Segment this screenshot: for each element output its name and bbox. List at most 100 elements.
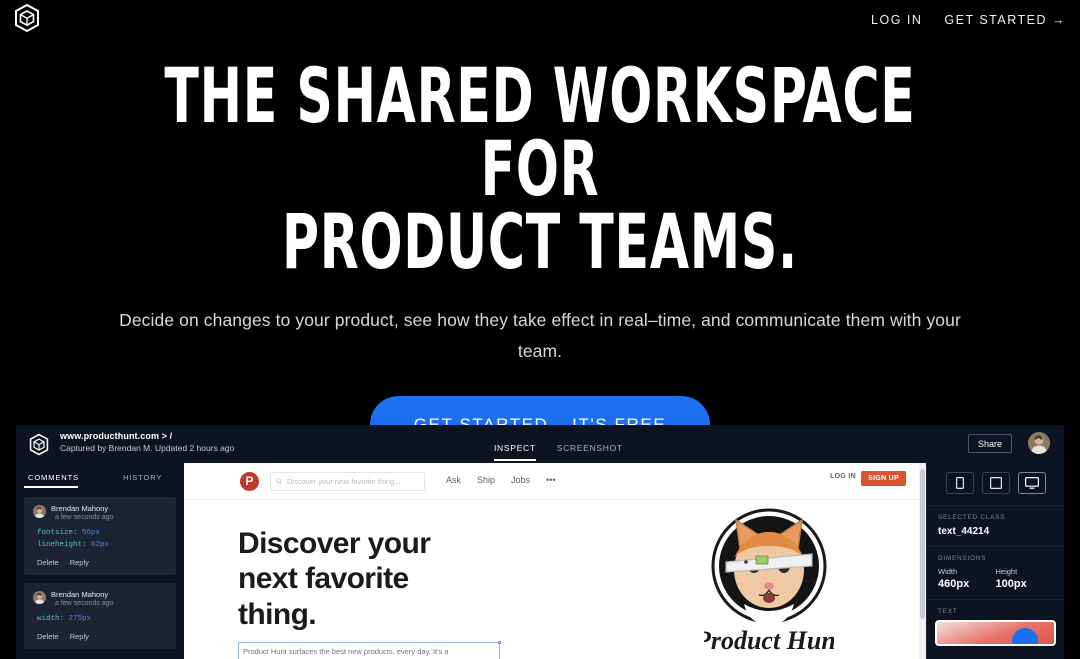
page-title: THE SHARED WORKSPACE FOR PRODUCT TEAMS. (164, 51, 916, 286)
app-topbar: www.producthunt.com > / Captured by Bren… (16, 425, 1064, 463)
comment-timestamp: a few seconds ago (55, 514, 114, 521)
share-button[interactable]: Share (968, 434, 1012, 453)
tab-screenshot[interactable]: SCREENSHOT (557, 425, 623, 463)
user-avatar-icon (1028, 432, 1050, 454)
dimensions-label: DIMENSIONS (938, 555, 987, 562)
height-value: 100px (995, 578, 1027, 590)
preview-headline: Discover your next favorite thing. (238, 527, 431, 631)
reply-comment-button[interactable]: Reply (70, 632, 89, 641)
preview-log-in-button[interactable]: LOG IN (830, 473, 856, 480)
avatar[interactable] (1028, 432, 1050, 454)
delete-comment-button[interactable]: Delete (37, 632, 59, 641)
comment-property-row: lineheight: 62px (37, 539, 167, 551)
comment-avatar (33, 505, 46, 518)
producthunt-cat-logo-icon: Product Hunt (694, 504, 844, 659)
device-tablet-button[interactable] (981, 472, 1010, 494)
site-header: LOG IN GET STARTED → (0, 0, 1080, 40)
inspector-panel: SELECTED CLASS text_44214 DIMENSIONS Wid… (926, 463, 1064, 659)
device-mobile-button[interactable] (945, 472, 974, 494)
hexagon-cube-logo-svg (15, 3, 39, 33)
property-key: fontsize: (37, 529, 78, 537)
comment-author: Brendan Mahony (51, 504, 109, 513)
comment-property-row: fontsize: 56px (37, 527, 167, 539)
comment-property-row: width: 275px (37, 613, 167, 625)
property-value: 275px (68, 615, 92, 623)
producthunt-navbar: P Discover your next favorite thing... A… (184, 463, 926, 500)
comment-actions: Delete Reply (37, 632, 167, 641)
producthunt-nav-links: Ask Ship Jobs ••• (446, 475, 556, 485)
app-captured-text: Captured by Brendan M. Updated 2 hours a… (60, 443, 235, 453)
desktop-icon (1024, 477, 1039, 489)
app-tab-bar: INSPECT SCREENSHOT (494, 425, 623, 463)
property-key: width: (37, 615, 65, 623)
producthunt-logo-icon[interactable]: P (240, 472, 259, 491)
reply-comment-button[interactable]: Reply (70, 558, 89, 567)
app-logo-svg (29, 433, 49, 456)
nav-link-ask[interactable]: Ask (446, 475, 461, 485)
comment-actions: Delete Reply (37, 558, 167, 567)
device-desktop-button[interactable] (1017, 472, 1046, 494)
property-value: 56px (82, 529, 101, 537)
search-icon (276, 478, 283, 485)
search-input[interactable]: Discover your next favorite thing... (270, 472, 425, 491)
nav-link-get-started[interactable]: GET STARTED → (944, 13, 1066, 27)
nav-link-ship[interactable]: Ship (477, 475, 495, 485)
resize-handle[interactable] (498, 641, 501, 645)
preview-hero: Discover your next favorite thing. Produ… (184, 500, 926, 659)
text-color-swatch[interactable] (935, 620, 1056, 646)
property-value: 62px (91, 541, 110, 549)
preview-scrollbar-thumb[interactable] (920, 469, 925, 619)
selected-class-value: text_44214 (938, 526, 990, 537)
app-hexagon-cube-logo-icon[interactable] (28, 433, 50, 456)
selected-class-label: SELECTED CLASS (938, 514, 1006, 521)
width-label: Width (938, 567, 958, 576)
tablet-icon (989, 477, 1002, 489)
nav-more-icon[interactable]: ••• (546, 475, 555, 485)
text-section: TEXT (927, 600, 1064, 615)
user-avatar-icon (33, 505, 46, 518)
app-url-block: www.producthunt.com > / Captured by Bren… (60, 431, 234, 453)
dimensions-row: Width 460px Height 100px (938, 567, 1053, 590)
text-label: TEXT (938, 608, 958, 615)
nav-link-log-in[interactable]: LOG IN (871, 13, 922, 27)
comments-tab-bar: COMMENTS HISTORY (16, 463, 184, 489)
selected-text-element[interactable]: Product Hunt surfaces the best new produ… (238, 641, 501, 659)
nav-link-jobs[interactable]: Jobs (511, 475, 530, 485)
device-selector (927, 463, 1064, 506)
height-label: Height (995, 567, 1018, 576)
preview-sign-up-button[interactable]: SIGN UP (861, 471, 906, 486)
tab-history[interactable]: HISTORY (123, 463, 162, 489)
comment-properties: width: 275px (37, 613, 167, 625)
tab-comments[interactable]: COMMENTS (24, 463, 79, 489)
tab-inspect[interactable]: INSPECT (494, 425, 536, 463)
app-url-text: www.producthunt.com > / (60, 431, 173, 441)
selected-class-section: SELECTED CLASS text_44214 (927, 506, 1064, 547)
svg-text:Product Hunt: Product Hunt (704, 626, 834, 655)
comment-properties: fontsize: 56px lineheight: 62px (37, 527, 167, 551)
height-field[interactable]: Height 100px (996, 567, 1054, 590)
dimensions-section: DIMENSIONS Width 460px Height 100px (927, 547, 1064, 600)
swatch-accent-dot (1012, 628, 1038, 644)
width-field[interactable]: Width 460px (938, 567, 996, 590)
preview-scrollbar[interactable] (919, 463, 926, 659)
hero-section: THE SHARED WORKSPACE FOR PRODUCT TEAMS. … (0, 40, 1080, 454)
hero-subtitle: Decide on changes to your product, see h… (119, 309, 961, 361)
preview-paragraph: Product Hunt surfaces the best new produ… (243, 647, 449, 657)
browser-preview-pane: P Discover your next favorite thing... A… (184, 463, 926, 659)
comments-panel: COMMENTS HISTORY Brendan Mahony a few se… (16, 463, 184, 659)
search-placeholder: Discover your next favorite thing... (287, 477, 401, 486)
comment-author: Brendan Mahony (51, 590, 109, 599)
user-avatar-icon (33, 591, 46, 604)
mobile-icon (955, 477, 964, 489)
hexagon-cube-logo-icon[interactable] (13, 3, 41, 33)
comment-card[interactable]: Brendan Mahony a few seconds ago width: … (24, 583, 176, 649)
width-value: 460px (938, 578, 970, 590)
comment-card[interactable]: Brendan Mahony a few seconds ago fontsiz… (24, 497, 176, 575)
header-nav: LOG IN GET STARTED → (871, 0, 1066, 40)
comment-avatar (33, 591, 46, 604)
comment-timestamp: a few seconds ago (55, 600, 114, 607)
property-key: lineheight: (37, 541, 87, 549)
producthunt-cat-svg: Product Hunt (694, 508, 844, 655)
delete-comment-button[interactable]: Delete (37, 558, 59, 567)
app-preview-window: www.producthunt.com > / Captured by Bren… (16, 425, 1064, 659)
